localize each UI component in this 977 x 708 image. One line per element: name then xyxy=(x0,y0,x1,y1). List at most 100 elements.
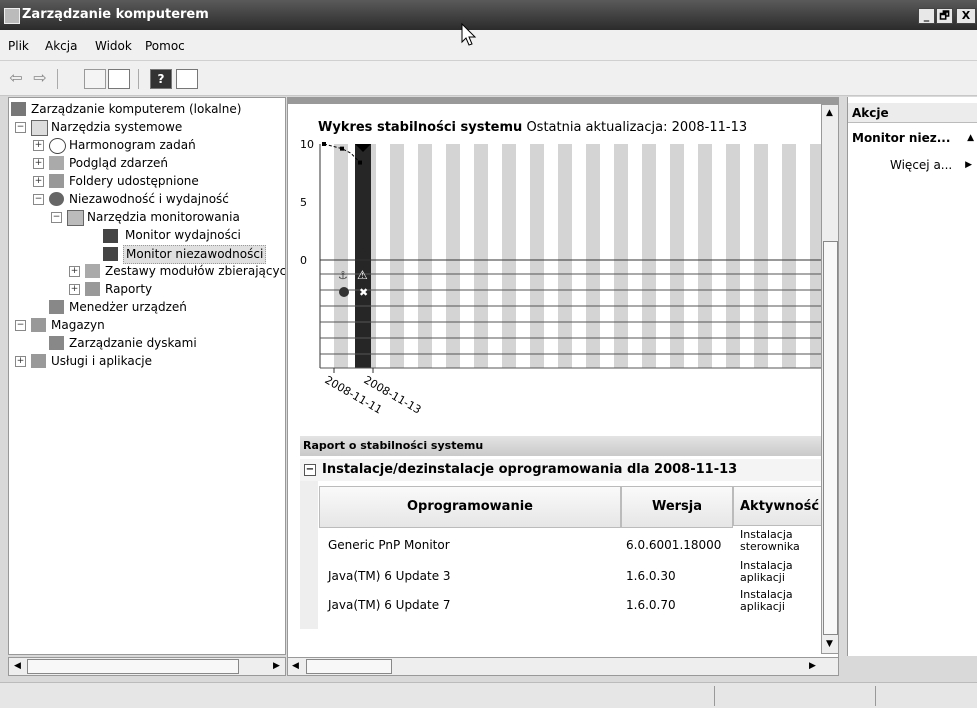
services-icon xyxy=(31,354,46,368)
column-header-activity[interactable]: Aktywność xyxy=(733,486,833,526)
actions-section-label: Monitor niez... xyxy=(852,131,951,145)
stability-chart[interactable]: 1050⚓ ⚠✖2008-11-112008-11-13 xyxy=(288,98,828,438)
navigation-tree: Zarządzanie komputerem (lokalne) − Narzę… xyxy=(8,97,286,655)
forward-arrow-icon[interactable]: ⇨ xyxy=(30,68,50,88)
cell-activity: Instalacja aplikacji xyxy=(740,588,793,613)
chart-stripe xyxy=(334,144,348,368)
chart-stripe xyxy=(530,144,544,368)
gauge-icon xyxy=(49,192,64,206)
storage-icon xyxy=(31,318,46,332)
tree-item-label: Narzędzia monitorowania xyxy=(87,210,240,224)
event-viewer-icon xyxy=(49,156,64,170)
cell-version: 1.6.0.70 xyxy=(626,598,676,612)
collapse-icon[interactable]: − xyxy=(51,212,62,223)
up-level-icon[interactable] xyxy=(84,69,106,89)
collapse-icon[interactable]: − xyxy=(15,122,26,133)
scroll-thumb[interactable] xyxy=(306,659,392,674)
chart-stripe xyxy=(474,144,488,368)
scroll-up-icon[interactable]: ▲ xyxy=(826,108,833,118)
back-arrow-icon[interactable]: ⇦ xyxy=(6,68,26,88)
tree-item-label: Monitor niezawodności xyxy=(123,245,267,264)
expand-icon[interactable]: + xyxy=(15,356,26,367)
y-tick-label: 0 xyxy=(300,254,307,267)
tree-item-label: Foldery udostępnione xyxy=(69,174,199,188)
clock-icon xyxy=(49,138,66,154)
menu-help[interactable]: Pomoc xyxy=(145,39,185,53)
collapse-up-icon[interactable]: ▲ xyxy=(967,127,974,149)
toolbar-separator xyxy=(138,69,139,89)
center-vertical-scrollbar[interactable]: ▲ ▼ xyxy=(821,104,838,654)
scroll-left-icon[interactable]: ◀ xyxy=(292,661,299,671)
mouse-cursor-icon xyxy=(461,23,477,46)
tree-item-label: Podgląd zdarzeń xyxy=(69,156,168,170)
tools-icon xyxy=(31,120,48,136)
stability-point xyxy=(322,142,326,146)
close-button[interactable]: X xyxy=(956,8,976,24)
scroll-thumb[interactable] xyxy=(823,241,838,635)
expand-icon[interactable]: + xyxy=(33,158,44,169)
submenu-arrow-icon: ▶ xyxy=(965,160,972,170)
chart-stripe xyxy=(614,144,628,368)
expand-icon[interactable]: + xyxy=(33,140,44,151)
reports-icon xyxy=(85,282,100,296)
scroll-down-icon[interactable]: ▼ xyxy=(826,639,833,649)
more-actions-item[interactable]: Więcej a... ▶ xyxy=(848,155,977,175)
y-tick-label: 10 xyxy=(300,138,314,151)
help-icon[interactable]: ? xyxy=(150,69,172,89)
tree-item-label: Narzędzia systemowe xyxy=(51,120,183,134)
warning-icon: ⚠ xyxy=(357,268,368,282)
tree-horizontal-scrollbar[interactable]: ◀ ▶ xyxy=(8,657,286,676)
computer-management-icon xyxy=(11,102,26,116)
cell-software: Java(TM) 6 Update 7 xyxy=(328,598,451,612)
tree-item-label: Monitor wydajności xyxy=(125,228,241,242)
collapse-icon[interactable]: − xyxy=(15,320,26,331)
tree-item-label: Zestawy modułów zbierających xyxy=(105,264,286,278)
chart-stripe xyxy=(642,144,656,368)
chart-stripe xyxy=(502,144,516,368)
monitor-folder-icon xyxy=(67,210,84,226)
maximize-button[interactable]: 🗗 xyxy=(936,8,953,24)
expand-icon[interactable]: + xyxy=(69,284,80,295)
performance-monitor-icon xyxy=(103,229,118,243)
cell-software: Generic PnP Monitor xyxy=(328,538,450,552)
reliability-monitor-pane: Wykres stabilności systemu Ostatnia aktu… xyxy=(287,97,839,658)
show-hide-tree-icon[interactable] xyxy=(108,69,130,89)
shared-folder-icon xyxy=(49,174,64,188)
menu-file[interactable]: Plik xyxy=(8,39,29,53)
actions-section-monitor[interactable]: Monitor niez... ▲ xyxy=(848,127,977,149)
scroll-right-icon[interactable]: ▶ xyxy=(273,661,280,671)
collapse-icon[interactable]: − xyxy=(33,194,44,205)
menu-action[interactable]: Akcja xyxy=(45,39,77,53)
status-bar xyxy=(0,682,977,708)
cell-software: Java(TM) 6 Update 3 xyxy=(328,569,451,583)
menu-view[interactable]: Widok xyxy=(95,39,132,53)
report-header-label: Raport o stabilności systemu xyxy=(303,439,484,452)
reliability-monitor-icon xyxy=(103,247,118,261)
report-header: Raport o stabilności systemu xyxy=(300,436,826,456)
scroll-left-icon[interactable]: ◀ xyxy=(14,661,21,671)
error-icon: ✖ xyxy=(359,286,368,299)
info-icon: ⚓ xyxy=(338,269,348,282)
chart-stripe xyxy=(446,144,460,368)
chart-stripe xyxy=(390,144,404,368)
cell-version: 1.6.0.30 xyxy=(626,569,676,583)
data-collector-icon xyxy=(85,264,100,278)
tree-item-label: Zarządzanie dyskami xyxy=(69,336,197,350)
expand-icon[interactable]: + xyxy=(33,176,44,187)
expand-icon[interactable]: + xyxy=(69,266,80,277)
center-horizontal-scrollbar[interactable]: ◀ ▶ xyxy=(287,657,839,676)
minimize-button[interactable]: _ xyxy=(918,8,935,24)
title-bar: Zarządzanie komputerem _ 🗗 X xyxy=(0,0,977,30)
window-title: Zarządzanie komputerem xyxy=(22,7,209,22)
software-section-header[interactable]: − Instalacje/dezinstalacje oprogramowani… xyxy=(300,459,826,481)
scroll-right-icon[interactable]: ▶ xyxy=(809,661,816,671)
y-tick-label: 5 xyxy=(300,196,307,209)
scroll-thumb[interactable] xyxy=(27,659,239,674)
collapse-icon[interactable]: − xyxy=(304,464,316,476)
actions-pane: Akcje Monitor niez... ▲ Więcej a... ▶ xyxy=(847,97,977,656)
show-hide-action-pane-icon[interactable] xyxy=(176,69,198,89)
cell-activity: Instalacja aplikacji xyxy=(740,559,793,584)
column-header-version[interactable]: Wersja xyxy=(621,486,733,528)
column-header-software[interactable]: Oprogramowanie xyxy=(319,486,621,528)
device-manager-icon xyxy=(49,300,64,314)
